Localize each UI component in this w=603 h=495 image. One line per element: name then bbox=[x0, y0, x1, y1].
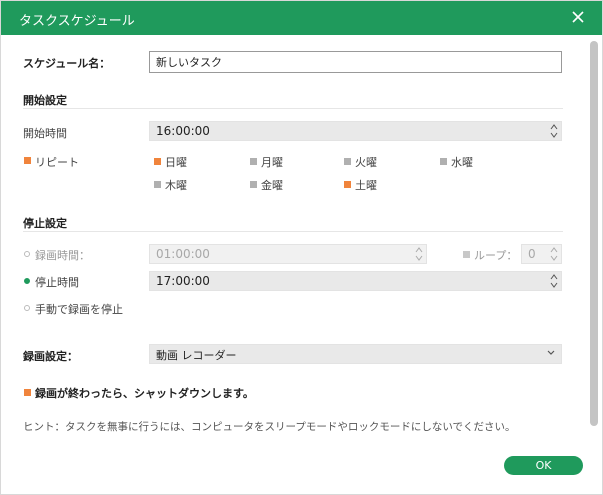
schedule-name-label: スケジュール名： bbox=[23, 57, 111, 70]
loop-value: 0 bbox=[528, 247, 536, 261]
recording-settings-value: 動画 レコーダー bbox=[156, 349, 237, 362]
title-bar: タスクスケジュール bbox=[1, 1, 602, 35]
loop-checkbox[interactable] bbox=[463, 251, 470, 258]
day-label-fri: 金曜 bbox=[261, 179, 283, 192]
schedule-name-input[interactable] bbox=[149, 51, 562, 73]
day-label-sat: 土曜 bbox=[355, 179, 377, 192]
stop-time-label: 停止時間 bbox=[35, 276, 79, 289]
duration-label: 録画時間： bbox=[35, 249, 90, 262]
stop-settings-divider bbox=[23, 231, 563, 232]
hint-text: ヒント：タスクを無事に行うには、コンピュータをスリープモードやロックモードにしな… bbox=[23, 421, 516, 433]
scrollbar[interactable] bbox=[589, 41, 599, 481]
task-schedule-dialog: タスクスケジュール スケジュール名： 開始設定 開始時間 16:00:00 リピ… bbox=[0, 0, 603, 495]
chevron-down-icon[interactable] bbox=[547, 350, 555, 356]
spinner-icon[interactable] bbox=[415, 246, 423, 262]
day-checkbox-wed[interactable] bbox=[440, 158, 447, 165]
manual-stop-radio[interactable] bbox=[24, 305, 30, 311]
shutdown-checkbox[interactable] bbox=[24, 389, 31, 396]
window-title: タスクスケジュール bbox=[19, 14, 135, 29]
repeat-label: リピート bbox=[35, 156, 79, 169]
start-settings-heading: 開始設定 bbox=[23, 94, 67, 107]
start-time-label: 開始時間 bbox=[23, 127, 67, 140]
start-settings-divider bbox=[23, 108, 563, 109]
start-time-field[interactable]: 16:00:00 bbox=[149, 121, 562, 141]
stop-settings-heading: 停止設定 bbox=[23, 217, 67, 230]
recording-settings-select[interactable]: 動画 レコーダー bbox=[149, 344, 562, 364]
loop-label: ループ： bbox=[474, 249, 518, 262]
day-label-sun: 日曜 bbox=[165, 156, 187, 169]
day-checkbox-sat[interactable] bbox=[344, 181, 351, 188]
day-label-wed: 水曜 bbox=[451, 156, 473, 169]
shutdown-label: 録画が終わったら、シャットダウンします。 bbox=[35, 387, 254, 400]
close-icon[interactable] bbox=[568, 7, 588, 27]
stop-time-radio[interactable] bbox=[24, 278, 30, 284]
manual-stop-label: 手動で録画を停止 bbox=[35, 303, 123, 316]
recording-settings-label: 録画設定： bbox=[23, 350, 78, 363]
scrollbar-thumb[interactable] bbox=[590, 41, 598, 426]
start-time-value: 16:00:00 bbox=[156, 124, 210, 138]
duration-radio[interactable] bbox=[24, 251, 30, 257]
spinner-icon[interactable] bbox=[550, 123, 558, 139]
duration-field[interactable]: 01:00:00 bbox=[149, 244, 427, 264]
day-label-thu: 木曜 bbox=[165, 179, 187, 192]
day-label-tue: 火曜 bbox=[355, 156, 377, 169]
spinner-icon[interactable] bbox=[550, 273, 558, 289]
spinner-icon[interactable] bbox=[550, 246, 558, 262]
ok-button[interactable]: OK bbox=[504, 456, 583, 475]
day-label-mon: 月曜 bbox=[261, 156, 283, 169]
day-checkbox-tue[interactable] bbox=[344, 158, 351, 165]
day-checkbox-sun[interactable] bbox=[154, 158, 161, 165]
day-checkbox-thu[interactable] bbox=[154, 181, 161, 188]
day-checkbox-mon[interactable] bbox=[250, 158, 257, 165]
stop-time-field[interactable]: 17:00:00 bbox=[149, 271, 562, 291]
stop-time-value: 17:00:00 bbox=[156, 274, 210, 288]
duration-value: 01:00:00 bbox=[156, 247, 210, 261]
repeat-checkbox[interactable] bbox=[24, 157, 31, 164]
loop-field[interactable]: 0 bbox=[521, 244, 562, 264]
day-checkbox-fri[interactable] bbox=[250, 181, 257, 188]
